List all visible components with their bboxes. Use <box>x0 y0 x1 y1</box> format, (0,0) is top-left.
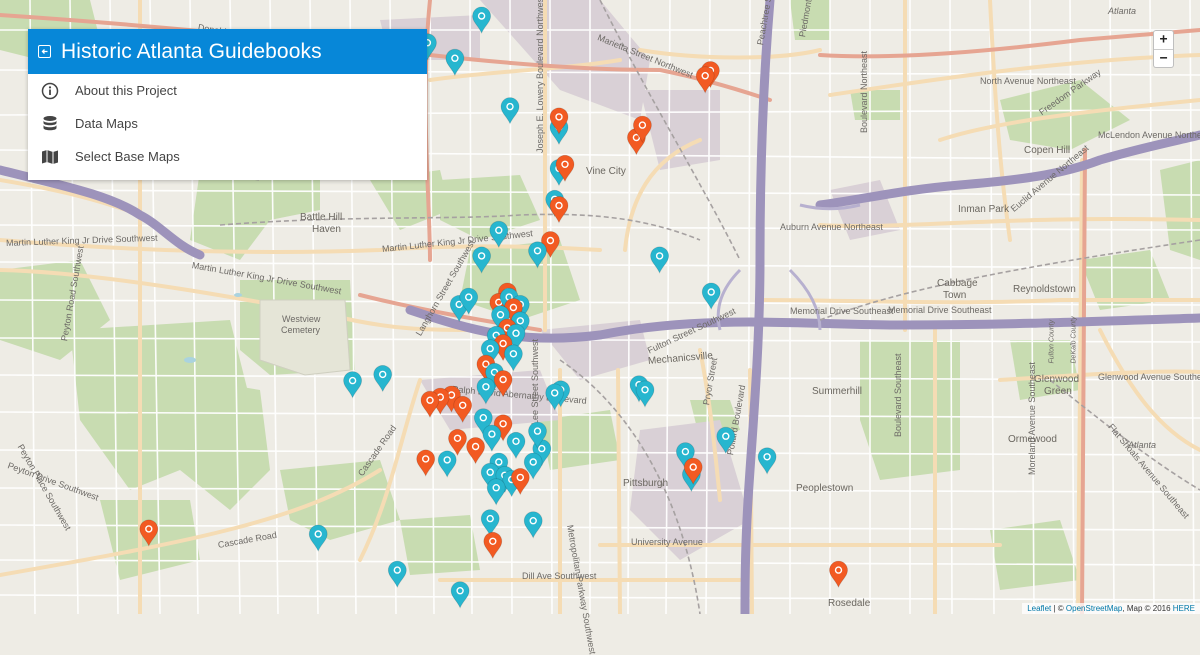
openstreetmap-link[interactable]: OpenStreetMap <box>1066 604 1122 613</box>
zoom-control: + − <box>1153 30 1174 68</box>
teal-map-marker[interactable] <box>308 524 328 553</box>
teal-map-marker[interactable] <box>701 282 721 311</box>
attribution-text: | © <box>1051 604 1066 613</box>
orange-map-marker[interactable] <box>493 370 513 398</box>
menu-item-label: Select Base Maps <box>75 149 180 164</box>
zoom-in-button[interactable]: + <box>1154 31 1173 50</box>
teal-map-marker[interactable] <box>650 246 669 274</box>
menu-item-base-maps[interactable]: Select Base Maps <box>28 140 427 173</box>
database-icon <box>40 114 60 134</box>
teal-map-marker[interactable] <box>523 511 543 539</box>
orange-map-marker[interactable] <box>420 390 440 419</box>
leaflet-link[interactable]: Leaflet <box>1027 604 1051 613</box>
teal-map-marker[interactable] <box>472 246 492 274</box>
menu-item-data-maps[interactable]: Data Maps <box>28 107 427 140</box>
panel-header[interactable]: Historic Atlanta Guidebooks <box>28 29 427 74</box>
menu-item-label: Data Maps <box>75 116 138 131</box>
teal-map-marker[interactable] <box>476 377 496 405</box>
info-icon <box>40 81 60 101</box>
teal-map-marker[interactable] <box>373 365 393 393</box>
teal-map-marker[interactable] <box>343 371 363 399</box>
panel-menu: About this Project Data Maps Select Base… <box>28 74 427 180</box>
guidebooks-panel: Historic Atlanta Guidebooks About this P… <box>28 29 427 180</box>
menu-item-label: About this Project <box>75 83 177 98</box>
zoom-out-button[interactable]: − <box>1154 50 1173 68</box>
teal-map-marker[interactable] <box>486 478 506 506</box>
teal-map-marker[interactable] <box>635 380 655 408</box>
teal-map-marker[interactable] <box>480 509 500 537</box>
orange-map-marker[interactable] <box>416 449 436 477</box>
attribution-text: , Map © 2016 <box>1122 604 1173 613</box>
collapse-panel-icon[interactable] <box>38 45 51 58</box>
teal-map-marker[interactable] <box>504 344 523 372</box>
orange-map-marker[interactable] <box>139 519 159 547</box>
orange-map-marker[interactable] <box>829 560 848 589</box>
teal-map-marker[interactable] <box>716 426 736 455</box>
teal-map-marker[interactable] <box>445 48 465 77</box>
teal-map-marker[interactable] <box>500 97 520 125</box>
orange-map-marker[interactable] <box>695 66 715 94</box>
teal-map-marker[interactable] <box>489 220 509 249</box>
orange-map-marker[interactable] <box>549 196 569 224</box>
teal-map-marker[interactable] <box>506 431 526 460</box>
menu-item-about[interactable]: About this Project <box>28 74 427 107</box>
teal-map-marker[interactable] <box>387 560 407 589</box>
teal-map-marker[interactable] <box>757 447 777 475</box>
teal-map-marker[interactable] <box>472 6 492 35</box>
teal-map-marker[interactable] <box>528 241 547 269</box>
attribution: Leaflet | © OpenStreetMap, Map © 2016 HE… <box>1022 603 1200 614</box>
teal-map-marker[interactable] <box>437 450 457 478</box>
teal-map-marker[interactable] <box>482 424 502 453</box>
map-icon <box>40 147 60 167</box>
teal-map-marker[interactable] <box>450 581 470 609</box>
panel-title: Historic Atlanta Guidebooks <box>61 39 322 63</box>
here-link[interactable]: HERE <box>1173 604 1195 613</box>
orange-map-marker[interactable] <box>453 395 473 424</box>
orange-map-marker[interactable] <box>466 437 486 465</box>
orange-map-marker[interactable] <box>483 531 503 560</box>
